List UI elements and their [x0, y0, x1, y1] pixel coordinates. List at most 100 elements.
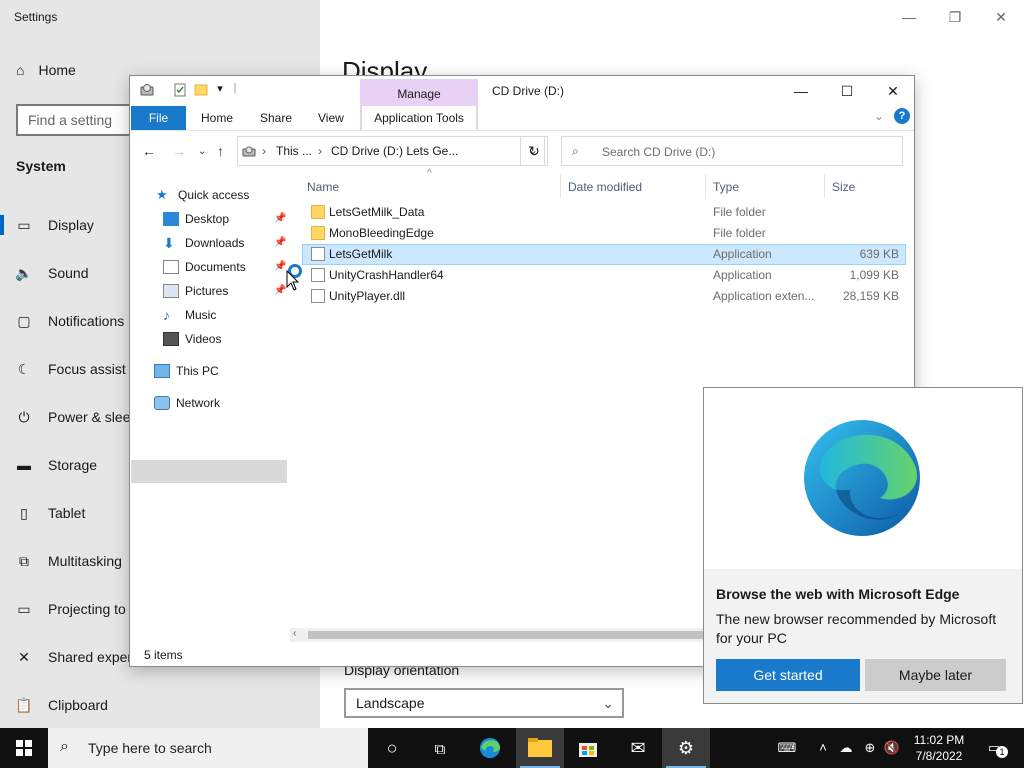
pictures-icon: [163, 284, 179, 298]
settings-restore-button[interactable]: ❐: [932, 6, 978, 28]
column-separator[interactable]: [560, 174, 561, 198]
recent-locations-icon[interactable]: ⌄: [198, 146, 206, 157]
forward-arrow-icon[interactable]: →: [172, 143, 186, 159]
column-separator[interactable]: [824, 174, 825, 198]
pin-icon[interactable]: 📌: [274, 237, 286, 248]
nav-videos[interactable]: Videos: [163, 328, 221, 350]
horizontal-scrollbar[interactable]: ‹: [290, 628, 716, 642]
tab-file[interactable]: File: [131, 106, 186, 130]
explorer-maximize-button[interactable]: ☐: [824, 79, 870, 103]
application-icon: [311, 247, 325, 261]
settings-section-title: System: [16, 158, 66, 174]
help-icon[interactable]: ?: [894, 108, 910, 124]
file-row-selected[interactable]: LetsGetMilk Application 639 KB: [302, 244, 906, 265]
tray-volume[interactable]: 🔇: [882, 728, 902, 768]
taskbar-settings[interactable]: ⚙: [662, 728, 710, 768]
nav-label: Pictures: [185, 284, 229, 298]
music-note-icon: ♪: [163, 307, 170, 323]
nav-selection-highlight: [131, 460, 287, 483]
back-arrow-icon[interactable]: ←: [142, 143, 156, 159]
tab-home[interactable]: Home: [201, 106, 233, 130]
scrollbar-thumb[interactable]: [308, 631, 708, 639]
breadcrumb-this-pc[interactable]: This ...: [276, 144, 312, 158]
nav-quick-access[interactable]: ★ Quick access: [156, 184, 249, 206]
tray-network[interactable]: ⊕: [860, 728, 880, 768]
nav-downloads[interactable]: ⬇ Downloads: [163, 232, 244, 254]
nav-label: Documents: [185, 260, 246, 274]
keyboard-icon: ⌨: [777, 740, 797, 755]
ribbon-tabs: File Home Share View Application Tools ⌄…: [130, 106, 914, 130]
breadcrumb-separator: ›: [318, 144, 322, 158]
action-center-button[interactable]: ▭ 1: [980, 728, 1008, 768]
get-started-button[interactable]: Get started: [716, 659, 860, 691]
nav-music[interactable]: ♪ Music: [163, 304, 216, 326]
explorer-minimize-button[interactable]: —: [778, 79, 824, 103]
multitasking-icon: ⧉: [19, 552, 29, 569]
explorer-search-input[interactable]: ⌕ Search CD Drive (D:): [561, 136, 903, 166]
mouse-cursor-icon: [286, 270, 300, 291]
new-folder-icon[interactable]: [194, 83, 208, 97]
taskbar-clock[interactable]: 11:02 PM 7/8/2022: [900, 732, 978, 764]
file-row[interactable]: LetsGetMilk_Data File folder: [302, 202, 906, 223]
nav-desktop[interactable]: Desktop: [163, 208, 229, 230]
column-header-name[interactable]: Name: [307, 176, 339, 198]
nav-network[interactable]: Network: [154, 392, 220, 414]
nav-clipboard[interactable]: 📋 Clipboard: [0, 681, 320, 729]
file-row[interactable]: UnityCrashHandler64 Application 1,099 KB: [302, 265, 906, 286]
tab-share[interactable]: Share: [260, 106, 292, 130]
explorer-close-button[interactable]: ✕: [870, 79, 916, 103]
taskbar: ⌕ Type here to search ○ ⧉ ✉ ⚙ ⌨ ˄ ☁ ⊕ 🔇 …: [0, 728, 1024, 768]
projecting-icon: ▭: [17, 600, 31, 617]
task-view-button[interactable]: ⧉: [416, 728, 464, 768]
start-button[interactable]: [0, 728, 48, 768]
nav-label: This PC: [176, 364, 219, 378]
taskbar-file-explorer[interactable]: [516, 728, 564, 768]
file-row[interactable]: MonoBleedingEdge File folder: [302, 223, 906, 244]
customize-toolbar-dropdown-icon[interactable]: ▾: [213, 82, 227, 96]
pin-icon[interactable]: 📌: [274, 213, 286, 224]
address-bar[interactable]: › This ... › CD Drive (D:) Lets Ge... ⌄: [237, 136, 545, 166]
power-icon: ⏻: [18, 408, 30, 425]
nav-label: Power & sleep: [48, 409, 139, 425]
nav-label: Multitasking: [48, 553, 122, 569]
nav-this-pc[interactable]: This PC: [154, 360, 219, 382]
tray-onedrive[interactable]: ☁: [836, 728, 856, 768]
taskbar-store[interactable]: [564, 728, 612, 768]
settings-home-link[interactable]: ⌂ Home: [16, 62, 76, 78]
notifications-icon: ▢: [17, 312, 31, 329]
breadcrumb-cd-drive[interactable]: CD Drive (D:) Lets Ge...: [331, 144, 458, 158]
pin-icon[interactable]: 📌: [274, 261, 286, 272]
tab-view[interactable]: View: [318, 106, 344, 130]
column-header-date[interactable]: Date modified: [568, 176, 642, 198]
orientation-value: Landscape: [356, 695, 425, 711]
taskbar-search-box[interactable]: ⌕ Type here to search: [48, 728, 368, 768]
globe-icon: ⊕: [864, 740, 876, 755]
notification-badge: 1: [996, 746, 1008, 758]
nav-documents[interactable]: Documents: [163, 256, 246, 278]
nav-pictures[interactable]: Pictures: [163, 280, 228, 302]
properties-icon[interactable]: [173, 83, 187, 97]
dll-file-icon: [311, 289, 325, 303]
tray-input-indicator[interactable]: ⌨: [770, 728, 804, 768]
taskbar-mail[interactable]: ✉: [614, 728, 662, 768]
nav-label: Quick access: [178, 188, 250, 202]
column-header-size[interactable]: Size: [832, 176, 855, 198]
column-separator[interactable]: [705, 174, 706, 198]
orientation-select[interactable]: Landscape ⌄: [344, 688, 624, 718]
cortana-button[interactable]: ○: [368, 728, 416, 768]
file-row[interactable]: UnityPlayer.dll Application exten... 28,…: [302, 286, 906, 307]
volume-muted-icon: 🔇: [883, 740, 901, 755]
maybe-later-button[interactable]: Maybe later: [865, 659, 1006, 691]
up-arrow-icon[interactable]: ↑: [217, 143, 224, 159]
expand-ribbon-icon[interactable]: ⌄: [874, 109, 884, 123]
settings-close-button[interactable]: ✕: [978, 6, 1024, 28]
scroll-left-icon[interactable]: ‹: [293, 628, 296, 639]
settings-minimize-button[interactable]: —: [886, 6, 932, 28]
tab-application-tools[interactable]: Application Tools: [361, 106, 477, 130]
tray-show-hidden[interactable]: ˄: [814, 728, 832, 768]
pin-icon[interactable]: 📌: [274, 285, 286, 296]
column-header-type[interactable]: Type: [713, 176, 739, 198]
taskbar-edge[interactable]: [466, 728, 514, 768]
cd-drive-icon: [242, 146, 256, 157]
refresh-button[interactable]: ↻: [520, 136, 548, 166]
